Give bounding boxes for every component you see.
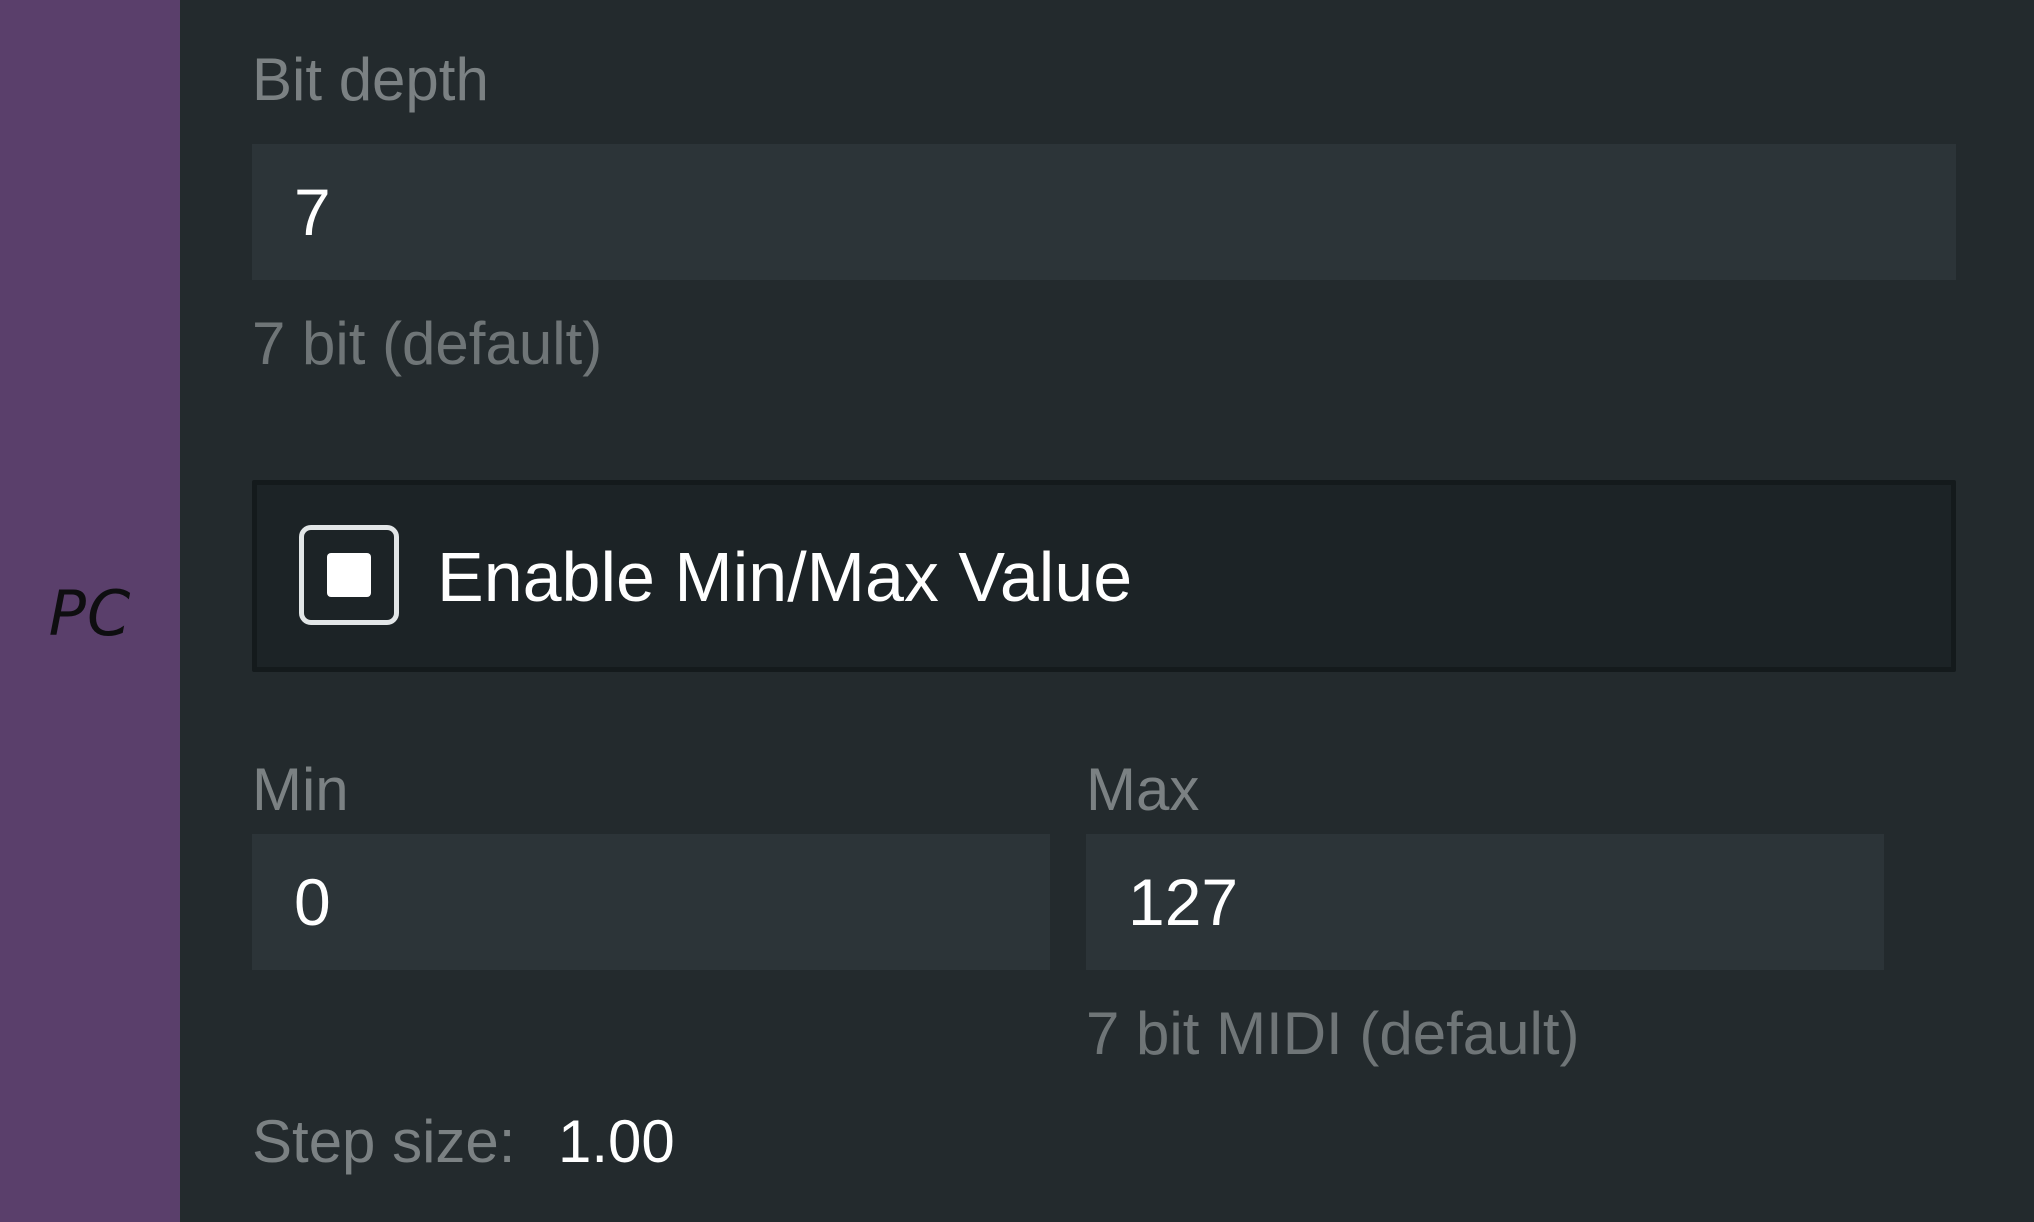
bit-depth-input[interactable]: 7 xyxy=(252,144,1956,280)
checkbox-checked-icon xyxy=(327,553,371,597)
color-sidebar: PC xyxy=(0,0,180,1222)
step-size-value: 1.00 xyxy=(558,1108,675,1175)
min-max-toggle-label: Enable Min/Max Value xyxy=(437,538,1133,616)
max-input[interactable]: 127 xyxy=(1086,834,1884,970)
min-label: Min xyxy=(252,756,349,823)
max-label: Max xyxy=(1086,756,1200,823)
sidebar-label: PC xyxy=(48,577,132,650)
bit-depth-label: Bit depth xyxy=(252,46,489,113)
min-max-checkbox[interactable] xyxy=(299,525,399,625)
max-hint: 7 bit MIDI (default) xyxy=(1086,1000,1580,1067)
step-size-label: Step size: xyxy=(252,1108,516,1175)
min-input[interactable]: 0 xyxy=(252,834,1050,970)
min-max-toggle-card[interactable]: Enable Min/Max Value xyxy=(252,480,1956,672)
bit-depth-hint: 7 bit (default) xyxy=(252,310,603,377)
